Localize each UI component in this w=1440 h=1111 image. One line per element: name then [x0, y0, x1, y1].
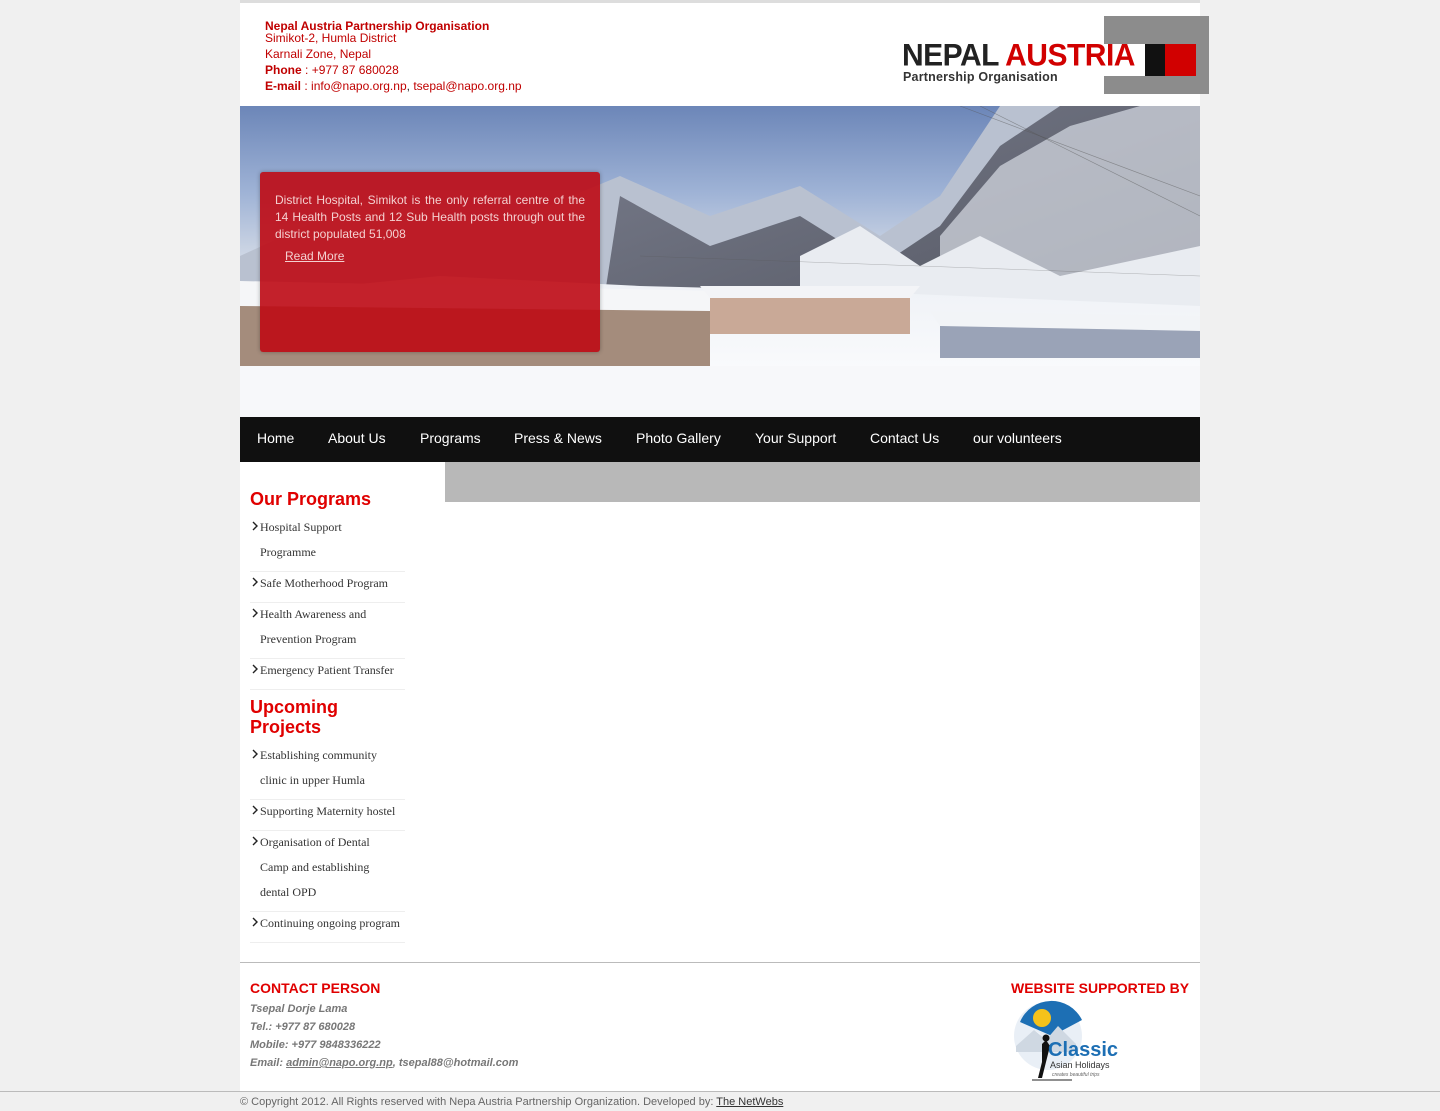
copyright-divider: [0, 1091, 1440, 1092]
chevron-right-icon: [252, 608, 258, 618]
nav-contact-us[interactable]: Contact Us: [870, 430, 939, 446]
nav-about-us[interactable]: About Us: [328, 430, 386, 446]
phone-label: Phone: [265, 63, 302, 77]
contact-person-title: CONTACT PERSON: [250, 980, 381, 996]
nav-our-volunteers[interactable]: our volunteers: [973, 430, 1062, 446]
sponsor-logo[interactable]: Classic Asian Holidays creates beautiful…: [1012, 1000, 1122, 1082]
hero-slider: District Hospital, Simikot is the only r…: [240, 106, 1200, 417]
slide-caption: District Hospital, Simikot is the only r…: [260, 172, 600, 352]
slide-caption-text: District Hospital, Simikot is the only r…: [275, 193, 585, 241]
program-item[interactable]: Emergency Patient Transfer: [250, 658, 405, 690]
content-header-bar: [445, 462, 1200, 502]
phone-value: +977 87 680028: [311, 63, 399, 77]
supported-by-title: WEBSITE SUPPORTED BY: [1011, 980, 1190, 996]
chevron-right-icon: [252, 805, 258, 815]
email-line: E-mail : info@napo.org.np, tsepal@napo.o…: [265, 79, 522, 93]
svg-text:Classic: Classic: [1048, 1039, 1118, 1061]
projects-title: Upcoming Projects: [250, 697, 338, 737]
email-link-tsepal[interactable]: tsepal@napo.org.np: [413, 79, 521, 93]
program-item[interactable]: Health Awareness and Prevention Program: [250, 602, 405, 659]
chevron-right-icon: [252, 836, 258, 846]
contact-email-link[interactable]: admin@napo.org.np: [286, 1057, 393, 1069]
nav-home[interactable]: Home: [257, 430, 294, 446]
nav-your-support[interactable]: Your Support: [755, 430, 836, 446]
nav-press-news[interactable]: Press & News: [514, 430, 602, 446]
logo-black-block: [1145, 44, 1165, 76]
chevron-right-icon: [252, 749, 258, 759]
contact-name: Tsepal Dorje Lama: [250, 1003, 348, 1015]
nav-programs[interactable]: Programs: [420, 430, 481, 446]
site-header: Nepal Austria Partnership Organisation S…: [240, 3, 1209, 106]
programs-title: Our Programs: [250, 489, 372, 509]
program-item[interactable]: Hospital Support Programme: [250, 515, 405, 572]
svg-text:creates beautiful trips: creates beautiful trips: [1052, 1072, 1100, 1078]
site-logo[interactable]: NEPAL AUSTRIA Partnership Organisation: [902, 16, 1209, 96]
project-item[interactable]: Continuing ongoing program: [250, 911, 405, 943]
chevron-right-icon: [252, 577, 258, 587]
address-line-2: Karnali Zone, Nepal: [265, 47, 372, 61]
project-item[interactable]: Organisation of Dental Camp and establis…: [250, 830, 405, 912]
project-item[interactable]: Supporting Maternity hostel: [250, 799, 405, 831]
contact-email: Email: admin@napo.org.np, tsepal88@hotma…: [250, 1057, 519, 1069]
page-wrapper: Nepal Austria Partnership Organisation S…: [240, 0, 1209, 1092]
nav-photo-gallery[interactable]: Photo Gallery: [636, 430, 721, 446]
chevron-right-icon: [252, 521, 258, 531]
email-link-info[interactable]: info@napo.org.np: [311, 79, 407, 93]
contact-tel: Tel.: +977 87 680028: [250, 1021, 356, 1033]
footer-divider: [240, 962, 1200, 963]
phone-line: Phone : +977 87 680028: [265, 63, 399, 77]
svg-text:Asian Holidays: Asian Holidays: [1050, 1060, 1110, 1070]
logo-wordmark: NEPAL AUSTRIA: [902, 38, 1135, 73]
main-navigation: Home About Us Programs Press & News Phot…: [240, 417, 1200, 462]
logo-subtitle: Partnership Organisation: [903, 70, 1058, 84]
developer-link[interactable]: The NetWebs: [716, 1096, 783, 1108]
address-line-1: Simikot-2, Humla District: [265, 31, 397, 45]
chevron-right-icon: [252, 917, 258, 927]
read-more-link[interactable]: Read More: [285, 249, 344, 263]
program-item[interactable]: Safe Motherhood Program: [250, 571, 405, 603]
chevron-right-icon: [252, 664, 258, 674]
project-item[interactable]: Establishing community clinic in upper H…: [250, 743, 405, 800]
contact-mobile: Mobile: +977 9848336222: [250, 1039, 381, 1051]
copyright-text: © Copyright 2012. All Rights reserved wi…: [240, 1096, 784, 1108]
email-label: E-mail: [265, 79, 302, 93]
